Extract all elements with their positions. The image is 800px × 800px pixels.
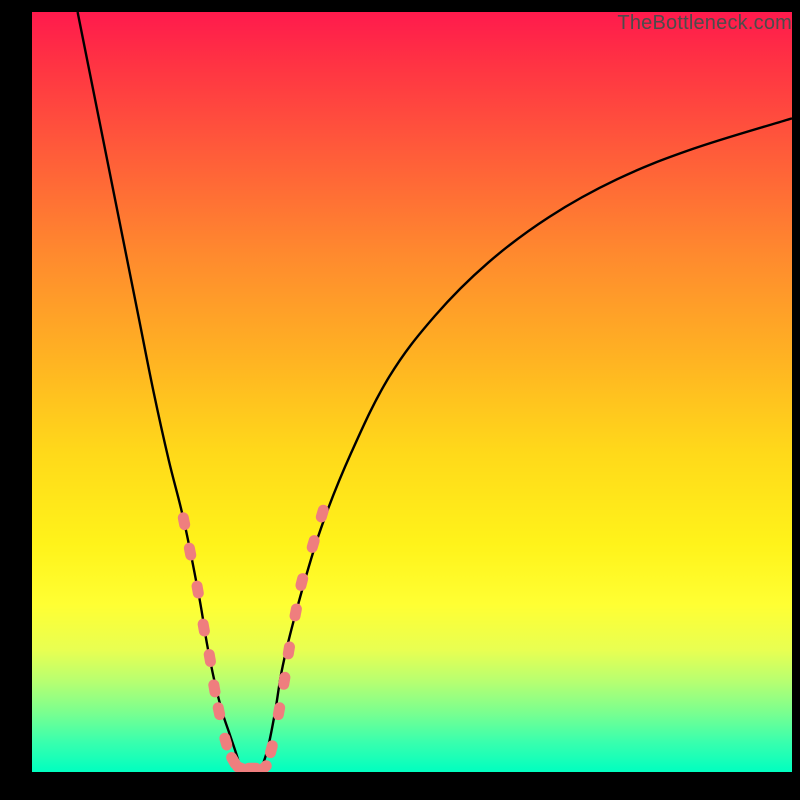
data-point <box>254 758 275 772</box>
data-point <box>282 641 296 661</box>
top-margin <box>0 0 800 10</box>
watermark-text: TheBottleneck.com <box>617 12 792 35</box>
chart-svg <box>32 12 792 772</box>
data-point <box>218 731 234 751</box>
data-point <box>277 671 291 691</box>
data-point <box>272 701 286 721</box>
data-point <box>231 760 252 772</box>
data-point <box>294 572 309 592</box>
data-point <box>224 750 242 771</box>
data-point <box>243 763 261 772</box>
data-point <box>191 580 205 600</box>
data-point <box>314 503 330 523</box>
left-margin <box>0 0 30 800</box>
data-point <box>212 701 227 721</box>
data-point-markers <box>177 503 330 772</box>
data-point <box>203 648 217 668</box>
right-branch-curve <box>260 118 792 772</box>
data-point <box>305 534 321 554</box>
data-point <box>183 542 197 562</box>
curve-group <box>78 12 792 772</box>
data-point <box>289 603 303 623</box>
bottom-margin <box>0 772 800 800</box>
left-branch-curve <box>78 12 241 772</box>
data-point <box>264 739 279 759</box>
chart-plot-area <box>30 10 794 774</box>
data-point <box>197 618 211 638</box>
data-point <box>207 679 221 699</box>
data-point <box>177 511 191 531</box>
